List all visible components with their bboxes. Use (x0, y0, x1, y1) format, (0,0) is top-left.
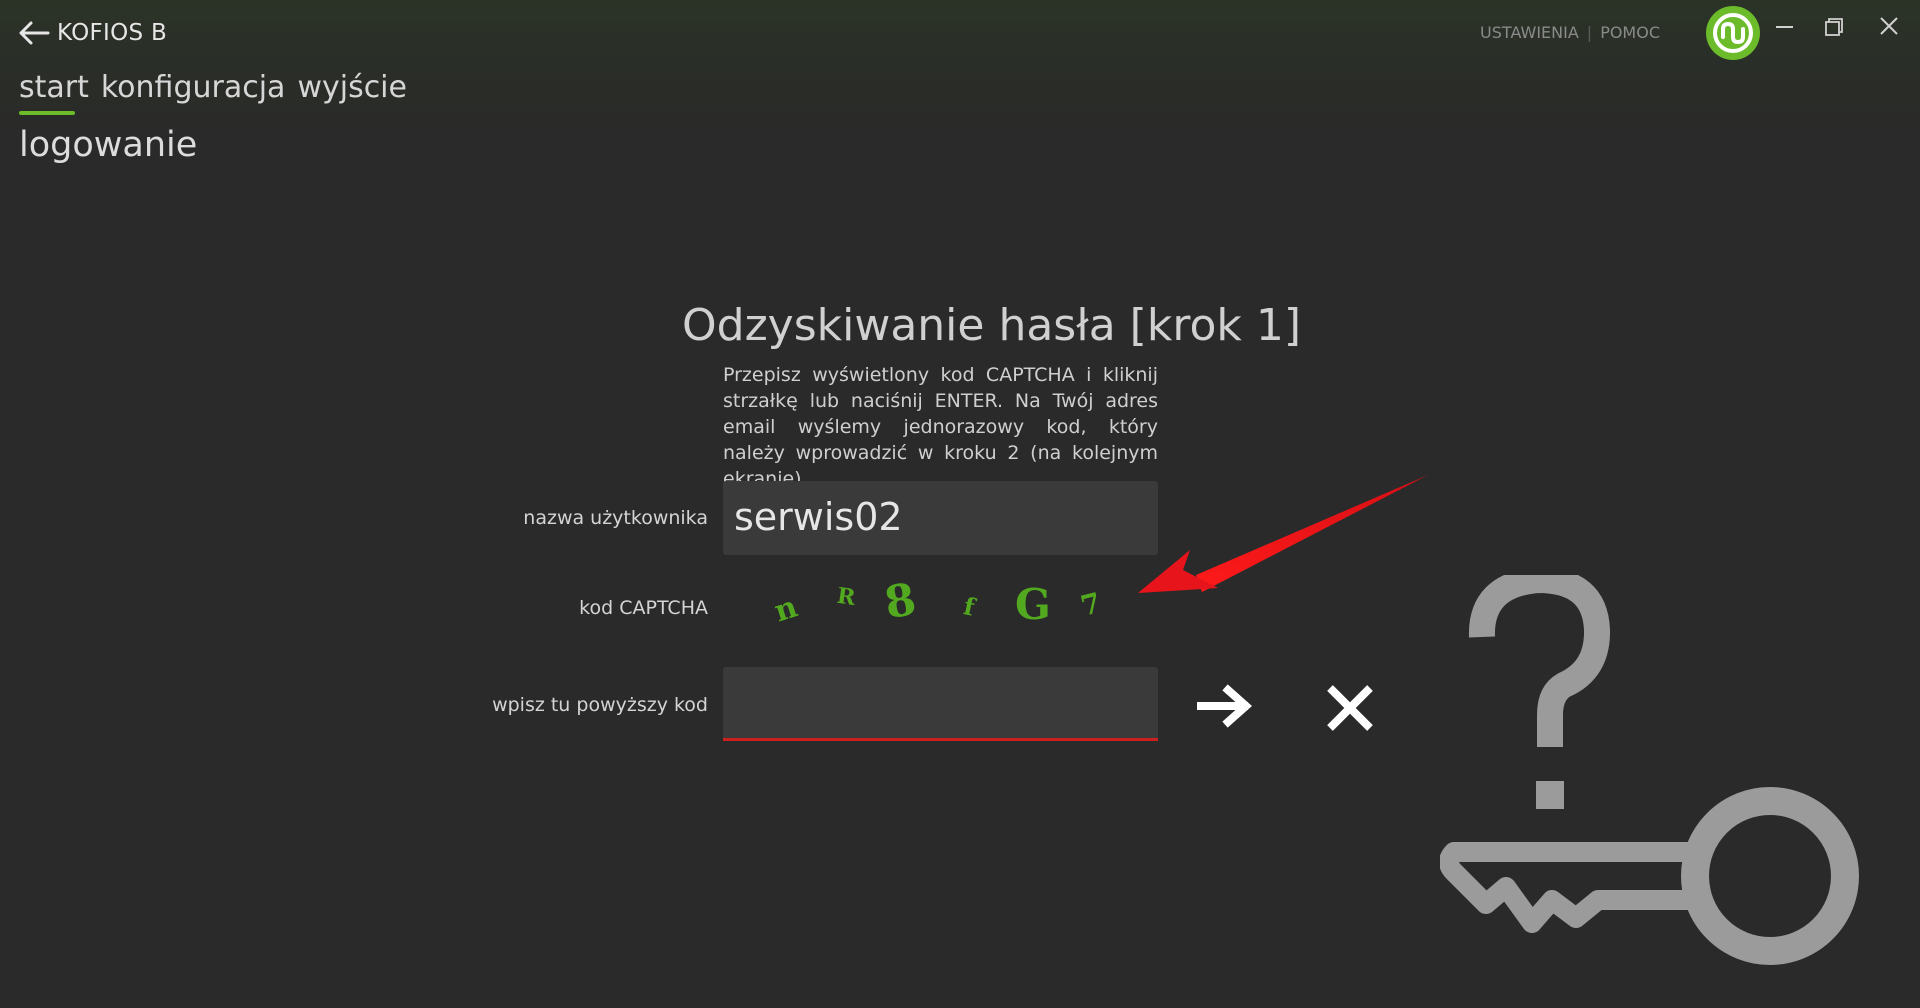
arrow-right-icon (1197, 684, 1253, 728)
captcha-char: n (770, 589, 802, 630)
key-question-icon (1440, 575, 1859, 965)
close-icon (1327, 685, 1373, 731)
captcha-char: 8 (880, 573, 920, 630)
back-button[interactable] (14, 14, 54, 54)
username-label: nazwa użytkownika (523, 507, 708, 529)
instructions-text: Przepisz wyświetlony kod CAPTCHA i klikn… (723, 364, 1158, 490)
annotation-arrow-icon (1138, 475, 1428, 593)
arrow-left-icon (19, 21, 50, 45)
restore-button[interactable] (1814, 14, 1854, 50)
captcha-label: kod CAPTCHA (579, 597, 708, 619)
close-icon (1880, 17, 1898, 35)
restore-icon (1825, 18, 1843, 36)
close-window-button[interactable] (1870, 14, 1910, 50)
username-field: serwis02 (723, 481, 1158, 555)
submit-button[interactable] (1196, 679, 1262, 733)
main-nav: start konfiguracja wyjście (19, 70, 419, 105)
captcha-char: G (1015, 580, 1051, 629)
nav-active-indicator (19, 111, 75, 115)
section-title: logowanie (19, 125, 198, 165)
dialog-title: Odzyskiwanie hasła [krok 1] (682, 300, 1301, 351)
nav-item-konfiguracja[interactable]: konfiguracja (101, 70, 286, 105)
help-link[interactable]: POMOC (1600, 23, 1660, 42)
minimize-icon (1776, 26, 1793, 28)
top-links: USTAWIENIA | POMOC (1480, 23, 1660, 42)
minimize-button[interactable] (1764, 14, 1804, 50)
captcha-code-input[interactable] (723, 667, 1158, 741)
cancel-button[interactable] (1322, 680, 1378, 736)
captcha-image: n R 8 f G 7 (765, 574, 1105, 630)
code-label: wpisz tu powyższy kod (492, 694, 708, 716)
captcha-char: 7 (1077, 586, 1105, 623)
captcha-char: R (835, 582, 858, 612)
nav-item-start[interactable]: start (19, 70, 89, 105)
captcha-char: f (961, 591, 978, 622)
app-title: KOFIOS B (57, 20, 168, 46)
settings-link[interactable]: USTAWIENIA (1480, 23, 1579, 42)
nav-item-wyjscie[interactable]: wyjście (297, 70, 407, 105)
link-separator: | (1586, 23, 1593, 42)
kofios-logo-icon (1706, 6, 1760, 60)
